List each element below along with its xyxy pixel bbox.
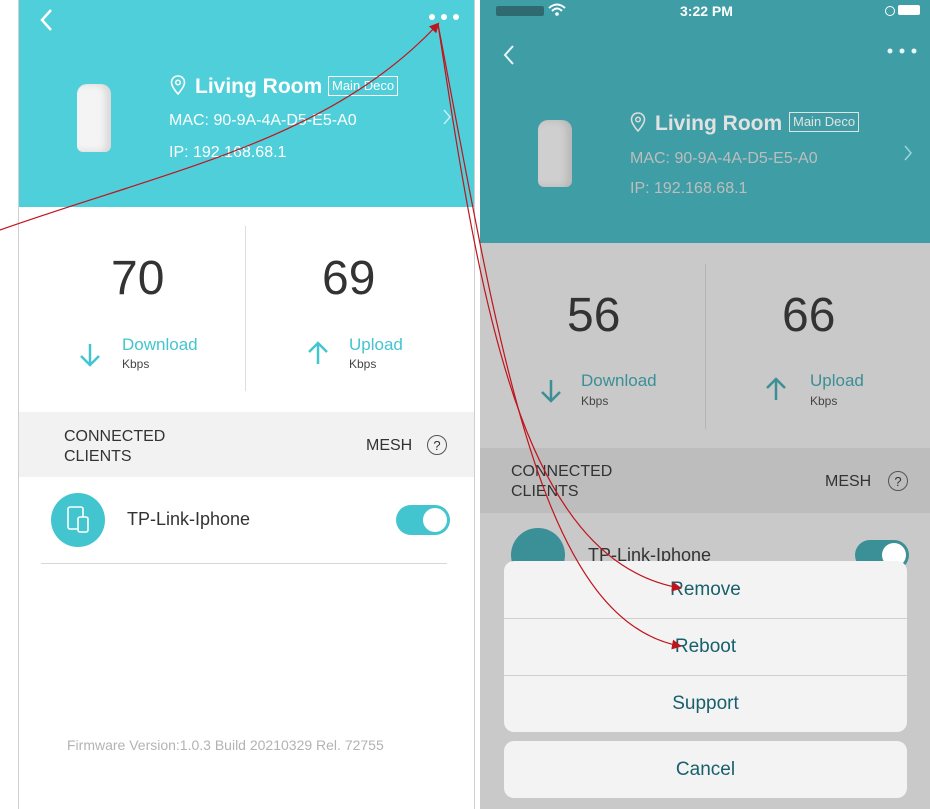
arrow-to-more-menu (0, 22, 440, 231)
arrow-to-remove (437, 23, 682, 592)
annotation-arrows (0, 22, 682, 650)
arrow-to-reboot (437, 23, 682, 650)
